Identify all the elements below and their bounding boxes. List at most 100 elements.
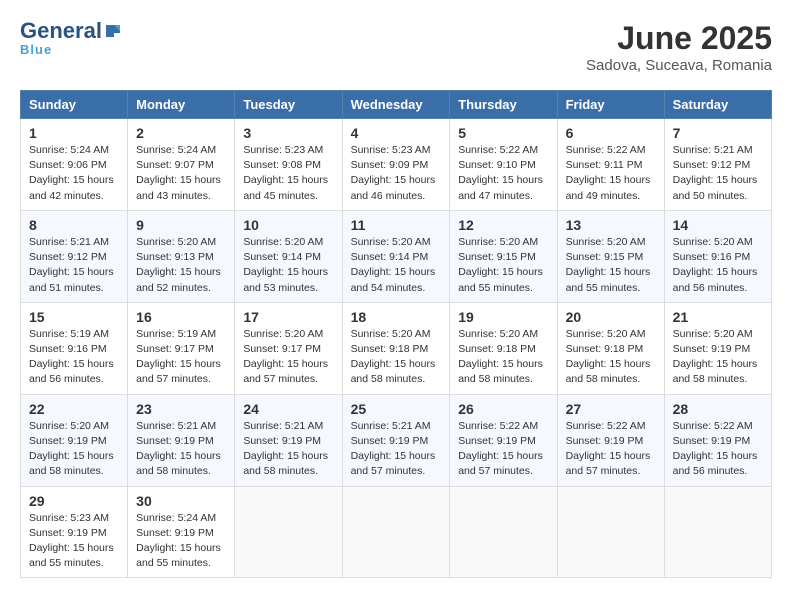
calendar-header-row: Sunday Monday Tuesday Wednesday Thursday…	[21, 91, 772, 119]
daylight-label: Daylight: 15 hours and 58 minutes.	[351, 358, 436, 385]
daylight-label: Daylight: 15 hours and 53 minutes.	[243, 266, 328, 293]
col-wednesday: Wednesday	[342, 91, 450, 119]
day-number: 26	[458, 401, 548, 417]
sunset-label: Sunset: 9:19 PM	[29, 435, 107, 447]
sunset-label: Sunset: 9:13 PM	[136, 251, 214, 263]
table-row: 27 Sunrise: 5:22 AM Sunset: 9:19 PM Dayl…	[557, 394, 664, 486]
sunset-label: Sunset: 9:17 PM	[243, 343, 321, 355]
table-row: 21 Sunrise: 5:20 AM Sunset: 9:19 PM Dayl…	[664, 302, 771, 394]
daylight-label: Daylight: 15 hours and 58 minutes.	[566, 358, 651, 385]
sunrise-label: Sunrise: 5:21 AM	[243, 420, 323, 432]
sunrise-label: Sunrise: 5:22 AM	[566, 144, 646, 156]
daylight-label: Daylight: 15 hours and 58 minutes.	[29, 450, 114, 477]
sunrise-label: Sunrise: 5:20 AM	[243, 236, 323, 248]
cell-info: Sunrise: 5:21 AM Sunset: 9:19 PM Dayligh…	[136, 419, 226, 480]
cell-info: Sunrise: 5:21 AM Sunset: 9:12 PM Dayligh…	[673, 143, 763, 204]
table-row: 24 Sunrise: 5:21 AM Sunset: 9:19 PM Dayl…	[235, 394, 342, 486]
table-row: 6 Sunrise: 5:22 AM Sunset: 9:11 PM Dayli…	[557, 119, 664, 211]
col-sunday: Sunday	[21, 91, 128, 119]
day-number: 1	[29, 125, 119, 141]
cell-info: Sunrise: 5:22 AM Sunset: 9:19 PM Dayligh…	[673, 419, 763, 480]
day-number: 15	[29, 309, 119, 325]
table-row: 16 Sunrise: 5:19 AM Sunset: 9:17 PM Dayl…	[128, 302, 235, 394]
sunrise-label: Sunrise: 5:22 AM	[458, 144, 538, 156]
sunrise-label: Sunrise: 5:21 AM	[351, 420, 431, 432]
cell-info: Sunrise: 5:20 AM Sunset: 9:19 PM Dayligh…	[673, 327, 763, 388]
sunset-label: Sunset: 9:19 PM	[243, 435, 321, 447]
day-number: 14	[673, 217, 763, 233]
cell-info: Sunrise: 5:20 AM Sunset: 9:15 PM Dayligh…	[566, 235, 656, 296]
table-row: 10 Sunrise: 5:20 AM Sunset: 9:14 PM Dayl…	[235, 210, 342, 302]
daylight-label: Daylight: 15 hours and 58 minutes.	[673, 358, 758, 385]
day-number: 4	[351, 125, 442, 141]
table-row: 15 Sunrise: 5:19 AM Sunset: 9:16 PM Dayl…	[21, 302, 128, 394]
cell-info: Sunrise: 5:20 AM Sunset: 9:17 PM Dayligh…	[243, 327, 333, 388]
logo: General Blue	[20, 20, 122, 57]
calendar-week-row: 1 Sunrise: 5:24 AM Sunset: 9:06 PM Dayli…	[21, 119, 772, 211]
sunrise-label: Sunrise: 5:20 AM	[673, 236, 753, 248]
calendar-week-row: 8 Sunrise: 5:21 AM Sunset: 9:12 PM Dayli…	[21, 210, 772, 302]
table-row: 20 Sunrise: 5:20 AM Sunset: 9:18 PM Dayl…	[557, 302, 664, 394]
table-row: 13 Sunrise: 5:20 AM Sunset: 9:15 PM Dayl…	[557, 210, 664, 302]
sunrise-label: Sunrise: 5:24 AM	[29, 144, 109, 156]
calendar-week-row: 15 Sunrise: 5:19 AM Sunset: 9:16 PM Dayl…	[21, 302, 772, 394]
sunset-label: Sunset: 9:18 PM	[351, 343, 429, 355]
day-number: 17	[243, 309, 333, 325]
day-number: 19	[458, 309, 548, 325]
day-number: 12	[458, 217, 548, 233]
daylight-label: Daylight: 15 hours and 56 minutes.	[673, 450, 758, 477]
daylight-label: Daylight: 15 hours and 57 minutes.	[458, 450, 543, 477]
sunset-label: Sunset: 9:19 PM	[458, 435, 536, 447]
sunrise-label: Sunrise: 5:20 AM	[136, 236, 216, 248]
sunset-label: Sunset: 9:08 PM	[243, 159, 321, 171]
day-number: 2	[136, 125, 226, 141]
cell-info: Sunrise: 5:20 AM Sunset: 9:18 PM Dayligh…	[566, 327, 656, 388]
sunrise-label: Sunrise: 5:20 AM	[243, 328, 323, 340]
daylight-label: Daylight: 15 hours and 58 minutes.	[136, 450, 221, 477]
table-row: 14 Sunrise: 5:20 AM Sunset: 9:16 PM Dayl…	[664, 210, 771, 302]
cell-info: Sunrise: 5:19 AM Sunset: 9:17 PM Dayligh…	[136, 327, 226, 388]
sunset-label: Sunset: 9:11 PM	[566, 159, 643, 171]
calendar-week-row: 22 Sunrise: 5:20 AM Sunset: 9:19 PM Dayl…	[21, 394, 772, 486]
sunrise-label: Sunrise: 5:20 AM	[351, 236, 431, 248]
sunset-label: Sunset: 9:19 PM	[136, 527, 214, 539]
sunset-label: Sunset: 9:12 PM	[29, 251, 107, 263]
sunrise-label: Sunrise: 5:20 AM	[351, 328, 431, 340]
table-row: 30 Sunrise: 5:24 AM Sunset: 9:19 PM Dayl…	[128, 486, 235, 578]
sunset-label: Sunset: 9:14 PM	[243, 251, 321, 263]
sunset-label: Sunset: 9:19 PM	[29, 527, 107, 539]
cell-info: Sunrise: 5:20 AM Sunset: 9:19 PM Dayligh…	[29, 419, 119, 480]
sunrise-label: Sunrise: 5:21 AM	[136, 420, 216, 432]
cell-info: Sunrise: 5:22 AM Sunset: 9:19 PM Dayligh…	[458, 419, 548, 480]
sunrise-label: Sunrise: 5:21 AM	[29, 236, 109, 248]
col-thursday: Thursday	[450, 91, 557, 119]
sunset-label: Sunset: 9:19 PM	[673, 435, 751, 447]
sunset-label: Sunset: 9:14 PM	[351, 251, 429, 263]
day-number: 18	[351, 309, 442, 325]
sunset-label: Sunset: 9:17 PM	[136, 343, 214, 355]
table-row: 19 Sunrise: 5:20 AM Sunset: 9:18 PM Dayl…	[450, 302, 557, 394]
table-row: 3 Sunrise: 5:23 AM Sunset: 9:08 PM Dayli…	[235, 119, 342, 211]
daylight-label: Daylight: 15 hours and 55 minutes.	[458, 266, 543, 293]
day-number: 10	[243, 217, 333, 233]
daylight-label: Daylight: 15 hours and 57 minutes.	[351, 450, 436, 477]
sunrise-label: Sunrise: 5:23 AM	[29, 512, 109, 524]
day-number: 25	[351, 401, 442, 417]
day-number: 28	[673, 401, 763, 417]
sunrise-label: Sunrise: 5:20 AM	[29, 420, 109, 432]
table-row: 5 Sunrise: 5:22 AM Sunset: 9:10 PM Dayli…	[450, 119, 557, 211]
day-number: 6	[566, 125, 656, 141]
daylight-label: Daylight: 15 hours and 57 minutes.	[243, 358, 328, 385]
logo-general: General	[20, 20, 102, 42]
cell-info: Sunrise: 5:20 AM Sunset: 9:13 PM Dayligh…	[136, 235, 226, 296]
cell-info: Sunrise: 5:23 AM Sunset: 9:19 PM Dayligh…	[29, 511, 119, 572]
cell-info: Sunrise: 5:24 AM Sunset: 9:19 PM Dayligh…	[136, 511, 226, 572]
day-number: 5	[458, 125, 548, 141]
daylight-label: Daylight: 15 hours and 50 minutes.	[673, 174, 758, 201]
sunrise-label: Sunrise: 5:20 AM	[566, 328, 646, 340]
cell-info: Sunrise: 5:20 AM Sunset: 9:15 PM Dayligh…	[458, 235, 548, 296]
sunset-label: Sunset: 9:10 PM	[458, 159, 536, 171]
daylight-label: Daylight: 15 hours and 57 minutes.	[566, 450, 651, 477]
daylight-label: Daylight: 15 hours and 57 minutes.	[136, 358, 221, 385]
day-number: 29	[29, 493, 119, 509]
